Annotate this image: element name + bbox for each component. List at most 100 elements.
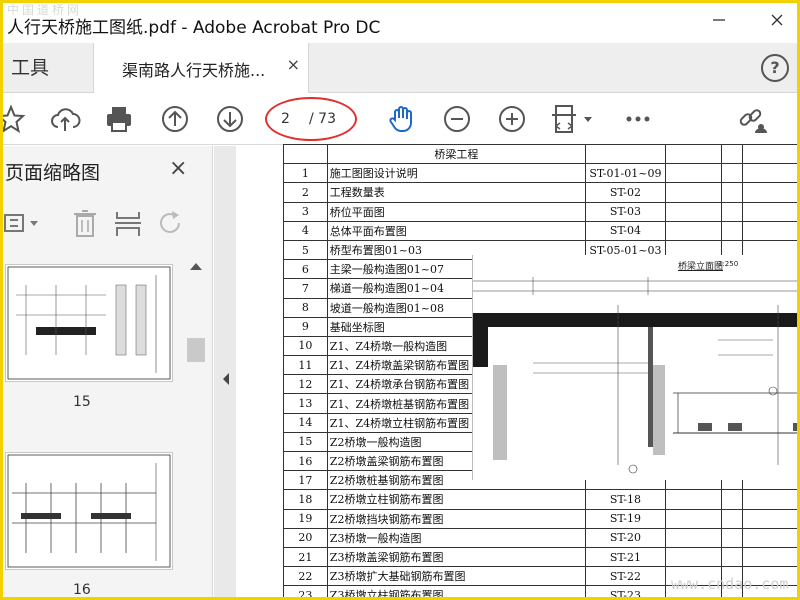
zoom-in-icon[interactable] — [496, 103, 528, 135]
row-empty-cell — [742, 489, 797, 510]
row-number: 2 — [283, 182, 328, 203]
row-drawing-name: 总体平面布置图 — [326, 220, 586, 241]
row-empty-cell — [720, 182, 744, 203]
row-empty-cell — [720, 201, 744, 222]
row-number: 4 — [283, 220, 328, 241]
row-number: 5 — [283, 239, 328, 261]
row-drawing-name: Z2桥墩立柱钢筋布置图 — [326, 489, 586, 510]
row-number: 16 — [283, 450, 328, 472]
print-icon[interactable] — [103, 103, 135, 135]
bridge-elevation-drawing: 桥梁立面图 1:250 — [472, 255, 797, 480]
window-close-icon[interactable] — [763, 9, 791, 37]
more-icon[interactable] — [622, 103, 654, 135]
thumbnails-panel: 页面缩略图 × 15 16 — [3, 146, 213, 598]
page-down-icon[interactable] — [214, 103, 246, 135]
window-controls — [703, 3, 797, 43]
minimize-icon[interactable] — [705, 9, 733, 37]
table-row: 19 Z2桥墩挡块钢筋布置图 ST-19 — [283, 508, 797, 529]
row-drawing-code: ST-02 — [584, 182, 666, 203]
upload-cloud-icon[interactable] — [49, 103, 81, 135]
row-empty-cell — [720, 546, 744, 568]
row-drawing-code: ST-23 — [584, 585, 666, 597]
row-number: 20 — [283, 527, 328, 548]
row-number: 19 — [283, 508, 328, 529]
document-viewport[interactable]: 桥梁工程 1 施工图图设计说明 ST-01-01~09 2 工程数量表 ST-02 3 桥位平… — [214, 143, 797, 597]
row-drawing-code: ST-01-01~09 — [584, 163, 666, 184]
thumbnail-scrollbar[interactable] — [185, 258, 207, 597]
table-row: 2 工程数量表 ST-02 — [283, 182, 797, 203]
row-drawing-code: ST-04 — [584, 220, 666, 241]
row-drawing-name: 工程数量表 — [326, 182, 586, 203]
row-empty-cell — [664, 546, 722, 568]
tab-document-label: 渠南路人行天桥施... — [122, 61, 266, 80]
row-empty-cell — [742, 220, 797, 241]
page-up-icon[interactable] — [159, 103, 191, 135]
row-number: 9 — [283, 316, 328, 337]
row-number: 11 — [283, 355, 328, 376]
row-number: 12 — [283, 374, 328, 395]
rotate-page-icon[interactable] — [155, 208, 185, 238]
row-empty-cell — [664, 489, 722, 510]
row-empty-cell — [742, 527, 797, 548]
row-drawing-name: 施工图图设计说明 — [326, 163, 586, 184]
row-drawing-code: ST-18 — [584, 489, 666, 510]
row-number: 10 — [283, 335, 328, 357]
table-row: 3 桥位平面图 ST-03 — [283, 201, 797, 222]
row-drawing-code: ST-20 — [584, 527, 666, 548]
star-icon[interactable] — [3, 103, 27, 135]
delete-page-icon[interactable] — [69, 208, 101, 238]
row-number: 23 — [283, 585, 328, 597]
thumbnail-drawing-15 — [7, 266, 171, 380]
thumbnail-page-15[interactable] — [5, 264, 173, 382]
row-number: 6 — [283, 259, 328, 280]
page-current[interactable]: 2 — [281, 111, 290, 127]
row-number: 8 — [283, 297, 328, 318]
thumbnail-label-16: 16 — [73, 582, 91, 598]
thumbnail-label-15: 15 — [73, 394, 91, 410]
page-total: / 73 — [309, 111, 336, 127]
row-empty-cell — [664, 220, 722, 241]
tab-close-icon[interactable]: × — [287, 55, 300, 74]
row-empty-cell — [664, 163, 722, 184]
row-number: 7 — [283, 278, 328, 299]
table-row: 4 总体平面布置图 ST-04 — [283, 220, 797, 241]
row-empty-cell — [742, 201, 797, 222]
page-fit-icon[interactable] — [551, 103, 595, 135]
row-empty-cell — [742, 508, 797, 529]
row-number: 13 — [283, 393, 328, 414]
thumbnail-drawing-16 — [7, 454, 171, 568]
hand-tool-icon[interactable] — [386, 103, 418, 135]
acrobat-window: 中国道桥网 人行天桥施工图纸.pdf - Adobe Acrobat Pro D… — [0, 0, 800, 600]
row-drawing-name: Z2桥墩挡块钢筋布置图 — [326, 508, 586, 529]
row-drawing-name: Z3桥墩一般构造图 — [326, 527, 586, 548]
pdf-page: 桥梁工程 1 施工图图设计说明 ST-01-01~09 2 工程数量表 ST-02 3 桥位平… — [236, 143, 797, 597]
elevation-lines — [473, 277, 797, 474]
row-number: 17 — [283, 470, 328, 491]
table-row: 18 Z2桥墩立柱钢筋布置图 ST-18 — [283, 489, 797, 510]
options-menu-icon[interactable] — [3, 208, 43, 238]
table-header-row: 桥梁工程 — [283, 143, 797, 165]
tab-tools[interactable]: 工具 — [3, 43, 93, 93]
tab-document[interactable]: 渠南路人行天桥施... × — [93, 43, 309, 94]
title-bar: 中国道桥网 人行天桥施工图纸.pdf - Adobe Acrobat Pro D… — [3, 3, 797, 43]
share-link-icon[interactable] — [736, 103, 768, 135]
thumbnail-page-16[interactable] — [5, 452, 173, 570]
table-row: 20 Z3桥墩一般构造图 ST-20 — [283, 527, 797, 548]
row-drawing-name: 桥位平面图 — [326, 201, 586, 222]
panel-close-icon[interactable]: × — [169, 156, 187, 181]
window-title: 人行天桥施工图纸.pdf - Adobe Acrobat Pro DC — [7, 18, 381, 38]
extract-page-icon[interactable] — [113, 208, 143, 238]
page-number-field[interactable]: 2 / 73 — [265, 97, 357, 141]
row-number: 15 — [283, 431, 328, 453]
row-empty-cell — [720, 508, 744, 529]
table-header: 桥梁工程 — [326, 143, 586, 165]
row-number: 14 — [283, 412, 328, 433]
help-icon[interactable]: ? — [761, 54, 789, 82]
table-row: 1 施工图图设计说明 ST-01-01~09 — [283, 163, 797, 184]
zoom-out-icon[interactable] — [441, 103, 473, 135]
row-empty-cell — [720, 527, 744, 548]
collapse-panel-icon[interactable] — [221, 372, 231, 390]
tab-bar: 工具 渠南路人行天桥施... × ? — [3, 43, 797, 94]
row-empty-cell — [664, 182, 722, 203]
row-drawing-code: ST-19 — [584, 508, 666, 529]
